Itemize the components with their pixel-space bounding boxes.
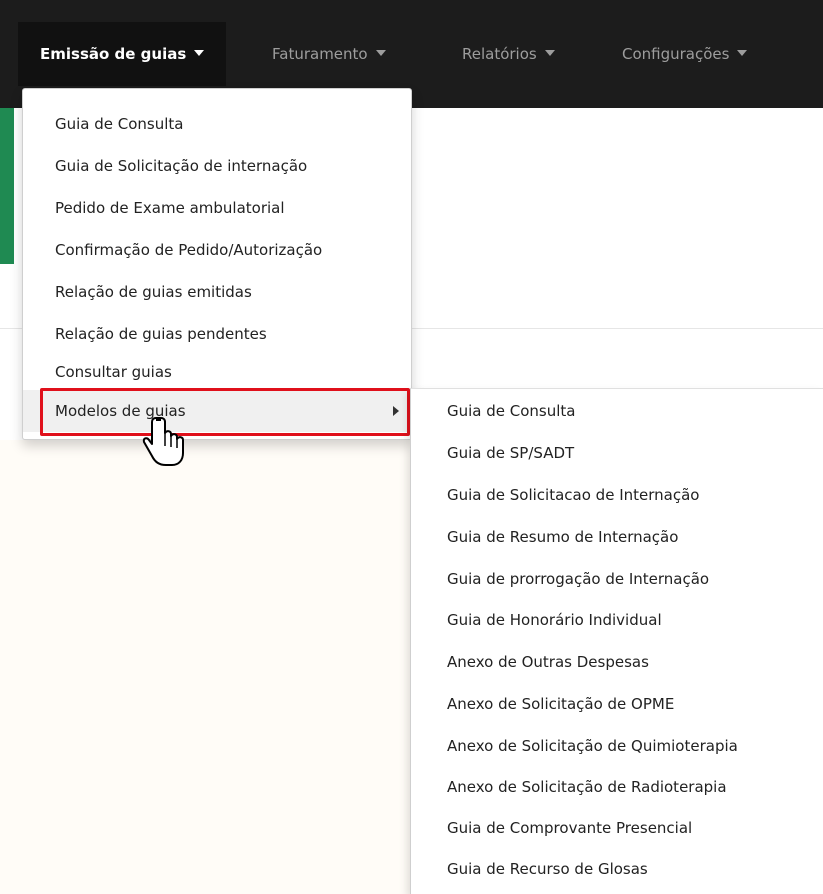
menu-item-pedido-exame-ambulatorial[interactable]: Pedido de Exame ambulatorial [23, 187, 411, 229]
caret-down-icon [375, 50, 386, 56]
submenu-item-anexo-radioterapia[interactable]: Anexo de Solicitação de Radioterapia [411, 767, 823, 808]
menu-item-relacao-guias-emitidas[interactable]: Relação de guias emitidas [23, 271, 411, 313]
emissao-dropdown-menu: Guia de Consulta Guia de Solicitação de … [22, 88, 412, 440]
menu-item-relacao-guias-pendentes[interactable]: Relação de guias pendentes [23, 313, 411, 355]
caret-down-icon [544, 50, 555, 56]
nav-label: Faturamento [272, 45, 368, 63]
menu-item-guia-de-consulta[interactable]: Guia de Consulta [23, 103, 411, 145]
caret-down-icon [737, 50, 748, 56]
menu-item-guia-solicitacao-internacao[interactable]: Guia de Solicitação de internação [23, 145, 411, 187]
submenu-item-guia-comprovante-presencial[interactable]: Guia de Comprovante Presencial [411, 808, 823, 849]
submenu-item-guia-prorrogacao-internacao[interactable]: Guia de prorrogação de Internação [411, 559, 823, 600]
submenu-item-guia-recurso-glosas[interactable]: Guia de Recurso de Glosas [411, 849, 823, 890]
submenu-item-guia-resumo-internacao[interactable]: Guia de Resumo de Internação [411, 517, 823, 558]
submenu-item-guia-honorario-individual[interactable]: Guia de Honorário Individual [411, 600, 823, 641]
background-panel [0, 440, 410, 894]
submenu-item-anexo-quimioterapia[interactable]: Anexo de Solicitação de Quimioterapia [411, 726, 823, 767]
nav-relatorios[interactable]: Relatórios [462, 22, 555, 86]
menu-item-confirmacao-pedido[interactable]: Confirmação de Pedido/Autorização [23, 229, 411, 271]
nav-label: Configurações [622, 45, 730, 63]
modelos-submenu: Guia de Consulta Guia de SP/SADT Guia de… [410, 388, 823, 894]
menu-item-consultar-guias[interactable]: Consultar guias [23, 351, 411, 393]
submenu-item-anexo-outras-despesas[interactable]: Anexo de Outras Despesas [411, 642, 823, 683]
nav-faturamento[interactable]: Faturamento [272, 22, 386, 86]
submenu-item-guia-consulta[interactable]: Guia de Consulta [411, 391, 823, 432]
background-green-panel [0, 108, 14, 264]
nav-emissao-de-guias[interactable]: Emissão de guias [18, 22, 227, 86]
caret-right-icon [393, 406, 399, 416]
nav-label: Relatórios [462, 45, 537, 63]
nav-label: Emissão de guias [40, 45, 187, 63]
caret-down-icon [194, 50, 205, 56]
submenu-item-guia-sp-sadt[interactable]: Guia de SP/SADT [411, 433, 823, 474]
submenu-item-anexo-opme[interactable]: Anexo de Solicitação de OPME [411, 684, 823, 725]
hand-pointer-icon [142, 417, 184, 466]
menu-item-modelos-de-guias[interactable]: Modelos de guias [23, 390, 411, 432]
submenu-item-guia-solicitacao-internacao[interactable]: Guia de Solicitacao de Internação [411, 475, 823, 516]
nav-configuracoes[interactable]: Configurações [622, 22, 748, 86]
